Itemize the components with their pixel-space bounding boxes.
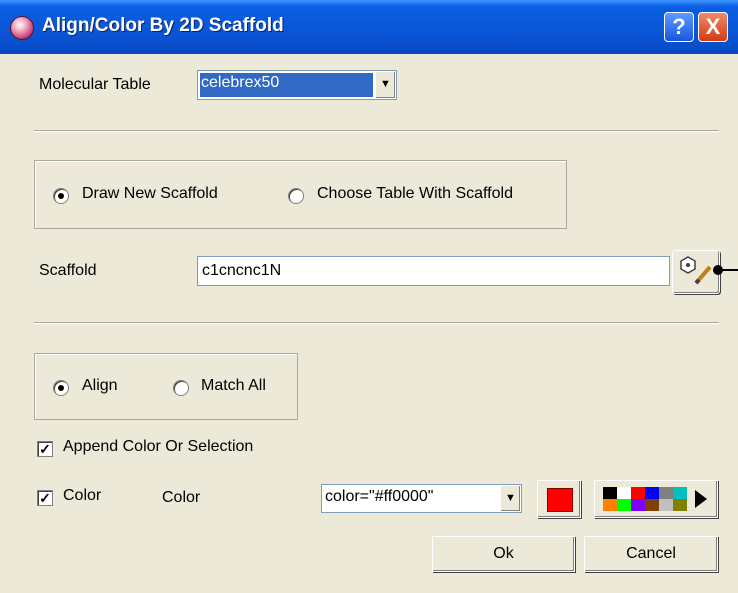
palette-color-cell bbox=[659, 487, 673, 499]
molecule-edit-icon bbox=[680, 256, 712, 285]
palette-color-cell bbox=[631, 499, 645, 511]
color-checkbox[interactable]: ✓ bbox=[37, 490, 53, 506]
palette-color-cell bbox=[603, 487, 617, 499]
radio-choose-table-with-scaffold[interactable] bbox=[288, 188, 304, 204]
molecular-table-select[interactable]: celebrex50 ▼ bbox=[197, 70, 397, 100]
molecular-table-value: celebrex50 bbox=[201, 74, 280, 91]
choose-table-with-scaffold-label[interactable]: Choose Table With Scaffold bbox=[317, 185, 513, 203]
color-label: Color bbox=[162, 489, 201, 506]
dialog-window: Align/Color By 2D Scaffold ? X Molecular… bbox=[0, 0, 738, 593]
palette-color-cell bbox=[617, 487, 631, 499]
align-label[interactable]: Align bbox=[82, 377, 118, 395]
radio-selected-dot bbox=[58, 193, 64, 199]
palette-color-cell bbox=[673, 487, 687, 499]
palette-color-cell bbox=[673, 499, 687, 511]
palette-color-cell bbox=[617, 499, 631, 511]
color-checkbox-label[interactable]: Color bbox=[63, 487, 101, 505]
separator bbox=[34, 322, 719, 324]
radio-draw-new-scaffold[interactable] bbox=[53, 188, 69, 204]
palette-color-cell bbox=[645, 487, 659, 499]
color-select-value: color="#ff0000" bbox=[325, 488, 434, 505]
app-logo-icon bbox=[10, 16, 34, 40]
molecular-table-label: Molecular Table bbox=[39, 76, 151, 93]
color-select[interactable]: color="#ff0000" ▼ bbox=[321, 484, 522, 513]
align-mode-group: Align Match All bbox=[34, 353, 298, 420]
palette-color-cell bbox=[631, 487, 645, 499]
color-swatch-button[interactable] bbox=[537, 480, 581, 518]
append-color-label[interactable]: Append Color Or Selection bbox=[63, 438, 253, 456]
close-button[interactable]: X bbox=[698, 12, 728, 42]
chevron-down-icon[interactable]: ▼ bbox=[375, 72, 395, 98]
triangle-right-icon bbox=[695, 490, 707, 508]
draw-new-scaffold-label[interactable]: Draw New Scaffold bbox=[82, 185, 218, 203]
color-palette-button[interactable] bbox=[594, 480, 718, 518]
separator bbox=[34, 130, 719, 132]
chevron-down-icon[interactable]: ▼ bbox=[500, 486, 520, 511]
window-title: Align/Color By 2D Scaffold bbox=[42, 15, 284, 36]
radio-match-all[interactable] bbox=[173, 380, 189, 396]
connector-dot bbox=[713, 265, 723, 275]
palette-color-cell bbox=[603, 499, 617, 511]
radio-align[interactable] bbox=[53, 380, 69, 396]
cancel-button[interactable]: Cancel bbox=[584, 536, 718, 572]
radio-selected-dot bbox=[58, 385, 64, 391]
title-bar[interactable]: Align/Color By 2D Scaffold ? X bbox=[0, 0, 738, 54]
palette-color-cell bbox=[659, 499, 673, 511]
match-all-label[interactable]: Match All bbox=[201, 377, 266, 395]
color-swatch bbox=[547, 488, 573, 512]
append-color-checkbox[interactable]: ✓ bbox=[37, 441, 53, 457]
help-button[interactable]: ? bbox=[664, 12, 694, 42]
palette-grid bbox=[603, 487, 687, 511]
scaffold-mode-group: Draw New Scaffold Choose Table With Scaf… bbox=[34, 160, 567, 229]
palette-color-cell bbox=[645, 499, 659, 511]
scaffold-text-input[interactable] bbox=[198, 257, 669, 285]
ok-button[interactable]: Ok bbox=[432, 536, 575, 572]
scaffold-input[interactable] bbox=[197, 256, 670, 286]
scaffold-label: Scaffold bbox=[39, 262, 97, 279]
